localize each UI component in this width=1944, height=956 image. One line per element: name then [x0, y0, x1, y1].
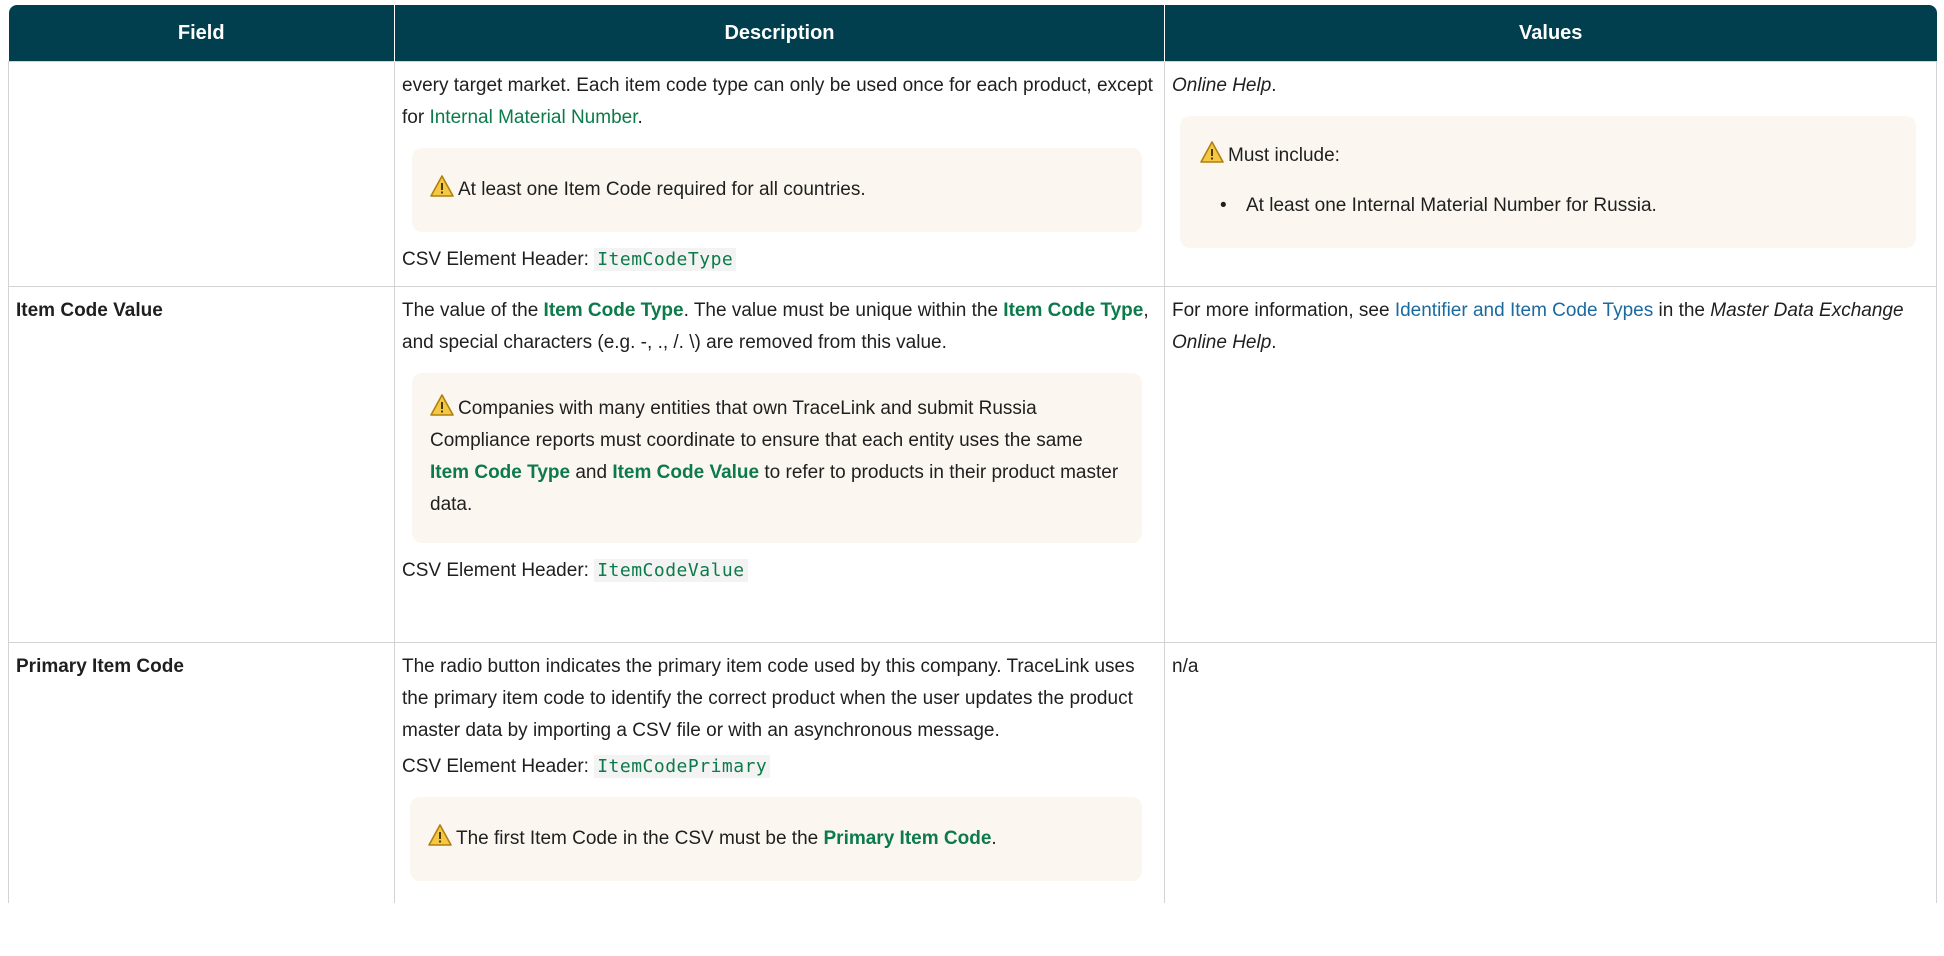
warning-triangle-icon: [428, 824, 452, 846]
description-text: The value of the Item Code Type. The val…: [402, 300, 1149, 353]
description-cell: every target market. Each item code type…: [394, 61, 1165, 287]
must-include-list: At least one Internal Material Number fo…: [1200, 190, 1896, 222]
header-values: Values: [1164, 5, 1937, 62]
csv-header-line: CSV Element Header: ItemCodeType: [402, 244, 1157, 276]
csv-header-line: CSV Element Header: ItemCodeValue: [402, 555, 1157, 587]
field-cell: Primary Item Code: [8, 642, 395, 903]
values-text: n/a: [1172, 656, 1199, 677]
primary-item-code-link[interactable]: Primary Item Code: [824, 828, 992, 849]
field-cell: [8, 61, 395, 287]
header-field: Field: [8, 5, 395, 62]
csv-code: ItemCodeType: [594, 248, 737, 271]
warning-note: The first Item Code in the CSV must be t…: [410, 797, 1142, 881]
note-text: At least one Item Code required for all …: [458, 179, 866, 200]
values-text: Online Help.: [1172, 75, 1277, 96]
item-code-table: Field Description Values every target ma…: [8, 5, 1937, 903]
warning-triangle-icon: [430, 394, 454, 416]
warning-note: Companies with many entities that own Tr…: [412, 373, 1142, 543]
description-text: The radio button indicates the primary i…: [402, 656, 1135, 741]
csv-header-line: CSV Element Header: ItemCodePrimary: [402, 751, 1157, 783]
identifier-item-code-types-link[interactable]: Identifier and Item Code Types: [1395, 300, 1653, 321]
header-description: Description: [394, 5, 1165, 62]
warning-triangle-icon: [430, 175, 454, 197]
csv-code: ItemCodePrimary: [594, 755, 771, 778]
item-code-type-link[interactable]: Item Code Type: [1003, 300, 1143, 321]
values-cell: Online Help. Must include: At least one …: [1164, 61, 1937, 287]
description-cell: The value of the Item Code Type. The val…: [394, 286, 1165, 643]
csv-code: ItemCodeValue: [594, 559, 748, 582]
must-include-note: Must include: At least one Internal Mate…: [1180, 116, 1916, 248]
internal-material-number-link[interactable]: Internal Material Number: [429, 107, 637, 128]
values-cell: For more information, see Identifier and…: [1164, 286, 1937, 643]
warning-note: At least one Item Code required for all …: [412, 148, 1142, 232]
field-name: Primary Item Code: [16, 656, 184, 677]
field-cell: Item Code Value: [8, 286, 395, 643]
description-cell: The radio button indicates the primary i…: [394, 642, 1165, 903]
warning-triangle-icon: [1200, 141, 1224, 163]
values-text: For more information, see Identifier and…: [1172, 300, 1904, 353]
item-code-type-link[interactable]: Item Code Type: [430, 462, 570, 483]
list-item: At least one Internal Material Number fo…: [1246, 190, 1896, 222]
note-title: Must include:: [1228, 145, 1340, 166]
table-header-row: Field Description Values: [8, 5, 1937, 62]
table-row: Primary Item Code The radio button indic…: [8, 642, 1937, 903]
item-code-value-link[interactable]: Item Code Value: [612, 462, 759, 483]
item-code-type-link[interactable]: Item Code Type: [544, 300, 684, 321]
values-cell: n/a: [1164, 642, 1937, 903]
description-text: every target market. Each item code type…: [402, 75, 1153, 128]
table-row: Item Code Value The value of the Item Co…: [8, 286, 1937, 643]
table-row: every target market. Each item code type…: [8, 61, 1937, 287]
field-name: Item Code Value: [16, 300, 163, 321]
